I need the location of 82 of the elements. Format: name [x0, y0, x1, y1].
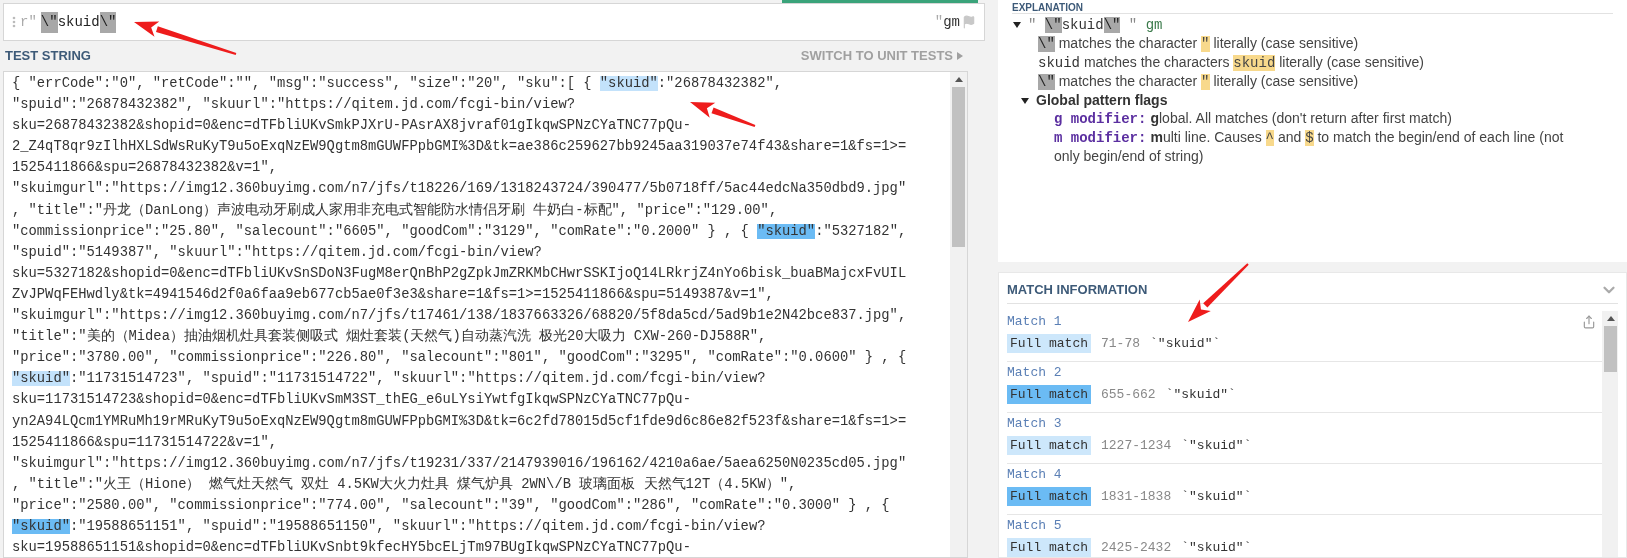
code-text: "skuimgurl":"https://img12.360buyimg.com/n7/jfs/t18226/169/1318243724/390477/5b0718ff/5ac44edcNa350dbd9.jpg" — [12, 181, 907, 197]
code-text: "price":"3780.00", "commissionprice":"226.80", "salecount":"801", "goodCom":"3295", "comRate":"0.0600" } , { — [12, 350, 907, 366]
match-value: `"skuid"` — [1165, 386, 1236, 404]
scrollbar[interactable] — [1602, 311, 1618, 557]
code-text: "skuimgurl":"https://img12.360buyimg.com/n7/jfs/t17461/138/1837663326/68820/5f8da5cd/5ad9b1e2N42bce837.jpg", — [12, 308, 907, 324]
match-range: 1227-1234 — [1101, 437, 1172, 455]
annotation-arrow — [1188, 263, 1249, 322]
switch-link[interactable]: SWITCH TO UNIT TESTS — [800, 46, 953, 66]
code-text: sku=26878432382&shopid=0&enc=dTFbliUKvSmkPJXrU-PAsrAX8jvraf01gIkqwSPNzCYaTNC77pQu- — [12, 118, 691, 134]
code-text: "title":"美的（Midea）抽油烟机灶具套装侧吸式 烟灶套装(天然气)自动蒸汽洗 极光20大吸力 CXW-260-DJ588R", — [12, 329, 767, 345]
flag-icon[interactable] — [962, 15, 976, 29]
caret-right-icon — [957, 52, 963, 60]
match-title[interactable]: Match 4 — [1007, 465, 1602, 484]
share-icon[interactable] — [1582, 315, 1596, 329]
regex-token: \" — [40, 11, 58, 33]
regex-token: \" — [99, 11, 117, 33]
match-title[interactable]: Match 5 — [1007, 516, 1602, 535]
scroll-thumb[interactable] — [1604, 326, 1617, 372]
code-text: sku=5327182&shopid=0&enc=dTFbliUKvSnSDoN3FugM8erQnBhP2gZpkJmZRKMbCHwrSSKIjoQ14LRkrjZ4nYo6bisk_buaBMajcxFvUIL — [12, 265, 907, 281]
match-label: Full match — [1007, 334, 1091, 354]
match-title[interactable]: Match 2 — [1007, 363, 1602, 382]
section-title: TEST STRING — [5, 47, 91, 66]
code-text: "price":"2580.00", "commissionprice":"774.00", "salecount":"39", "goodCom":"286", "comRate":"0.3000" } , { — [12, 497, 890, 513]
explanation-line: m modifier: multi line. Causes ^ and $ to match the begin/end of each line (not only begin/end of string) — [1054, 128, 1565, 165]
code-text: :"19588651151", "spuid":"19588651150", "skuurl":"https://qitem.jd.com/fcgi-bin/view? — [69, 518, 766, 534]
code-text: , "title":"火王（Hione） 燃气灶天然气 双灶 4.5KW大火力灶具 煤气炉具 2WN\/B 玻璃面板 天然气12T（4.5KW）", — [12, 476, 797, 492]
match-range: 71-78 — [1101, 335, 1141, 353]
caret-icon[interactable] — [1012, 20, 1022, 30]
code-text: 2_Z4qT8qr9zIlhHXLSdWsRuKyT9u5oExqNzEW9Qgtm8mGUWFPpbGMI%3D&tk=ae386c259627bb9245aa319037e74f43&share=1&fs=1>= — [12, 139, 907, 155]
explanation-line: g modifier: global. All matches (don't return after first match) — [1054, 109, 1452, 128]
explanation-line: Global pattern flags — [1036, 91, 1168, 109]
scroll-up-icon[interactable] — [954, 77, 963, 82]
scroll-thumb[interactable] — [952, 87, 965, 247]
code-text: sku=11731514723&shopid=0&enc=dTFbliUKvSmM3ST_thEG_e6uLYsiYwtfgIkqwSPNzCYaTNC77pQu- — [12, 392, 691, 408]
match-title[interactable]: Match 3 — [1007, 414, 1602, 433]
code-text: yn2A94LQcm1YMRuMh19rMRuKyT9u5oExqNzEW9Qgtm8mGUWFPpbGMI%3D&tk=6c2fd78015d5cf1fde9d6c86e82f523f&share=1&fs=1>= — [12, 413, 907, 429]
explanation-line: \" matches the character " literally (case sensitive) — [1038, 34, 1359, 53]
code-text: , "title":"丹龙（DanLong）声波电动牙刷成人家用非充电式智能防水情侣牙刷 牛奶白-标配", "price":"129.00", — [12, 202, 778, 218]
match-range: 1831-1838 — [1101, 488, 1172, 506]
match-label: Full match — [1007, 538, 1091, 557]
code-text: :"11731514723", "spuid":"11731514722", "skuurl":"https://qitem.jd.com/fcgi-bin/view? — [69, 371, 766, 387]
match-value: `"skuid"` — [1150, 335, 1221, 353]
explanation-line: " \"skuid\" " gm — [1028, 16, 1163, 34]
match-label: Full match — [1007, 436, 1091, 456]
scrollbar[interactable] — [950, 72, 967, 557]
match-highlight: "skuid" — [599, 76, 658, 91]
scroll-up-icon[interactable] — [1606, 316, 1615, 321]
regex-field[interactable]: r" \"skuid\" "gm — [3, 3, 985, 41]
section-title: EXPLANATION — [1012, 2, 1083, 13]
match-label: Full match — [1007, 487, 1091, 507]
code-text: :"5327182", — [815, 223, 907, 239]
regex-token: skuid — [57, 12, 100, 32]
match-highlight: "skuid" — [757, 223, 816, 239]
code-text: "spuid":"5149387", "skuurl":"https://qitem.jd.com/fcgi-bin/view? — [12, 244, 542, 260]
match-title[interactable]: Match 1 — [1007, 312, 1602, 331]
caret-icon[interactable] — [1020, 96, 1030, 106]
code-text: { "errCode":"0", "retCode":"", "msg":"success", "size":"20", "sku":[ { — [12, 76, 593, 91]
test-string-editor[interactable] — [3, 71, 968, 558]
code-text: "commissionprice":"25.80", "salecount":"6605", "goodCom":"3129", "comRate":"0.2000" } , { — [12, 223, 750, 239]
annotation-arrow — [690, 102, 756, 127]
match-value: `"skuid"` — [1181, 437, 1252, 455]
match-highlight: "skuid" — [12, 518, 70, 534]
match-highlight: "skuid" — [12, 371, 70, 387]
drag-handle-icon[interactable] — [12, 16, 16, 28]
match-value: `"skuid"` — [1181, 488, 1252, 506]
regex-flags[interactable]: gm — [943, 11, 960, 33]
match-label: Full match — [1007, 385, 1091, 405]
code-text: :"26878432382", — [657, 76, 782, 91]
code-text: "spuid":"26878432382", "skuurl":"https://qitem.jd.com/fcgi-bin/view? — [12, 97, 575, 113]
match-range: 655-662 — [1101, 386, 1156, 404]
regex-delimiter: r" — [20, 12, 37, 32]
code-text: 1525411866&spu=11731514722&v=1", — [12, 434, 277, 450]
code-text: "skuimgurl":"https://img12.360buyimg.com/n7/jfs/t19231/337/2147939016/196162/4210a6ae/5aea6250N0235cd05.jpg" — [12, 455, 907, 471]
code-text: ZvJPWqFEHwdly&tk=4941546d2f0a6faa9eb677cb5ae0f3e3&share=1&fs=1>=1525411866&spu=5149387&v=1", — [12, 286, 774, 302]
regex-delimiter: " — [934, 12, 944, 32]
section-title: MATCH INFORMATION — [1007, 280, 1148, 299]
code-text: sku=19588651151&shopid=0&enc=dTFbliUKvSnbt9kfecHY5bcELjTm97BUgIkqwSPNzCYaTNC77pQu- — [12, 540, 691, 556]
match-range: 2425-2432 — [1101, 539, 1172, 557]
code-text: 1525411866&spu=26878432382&v=1", — [12, 160, 277, 176]
explanation-line: skuid matches the characters skuid literally (case sensitive) — [1038, 53, 1424, 72]
match-value: `"skuid"` — [1181, 539, 1252, 557]
explanation-line: \" matches the character " literally (case sensitive) — [1038, 72, 1359, 91]
